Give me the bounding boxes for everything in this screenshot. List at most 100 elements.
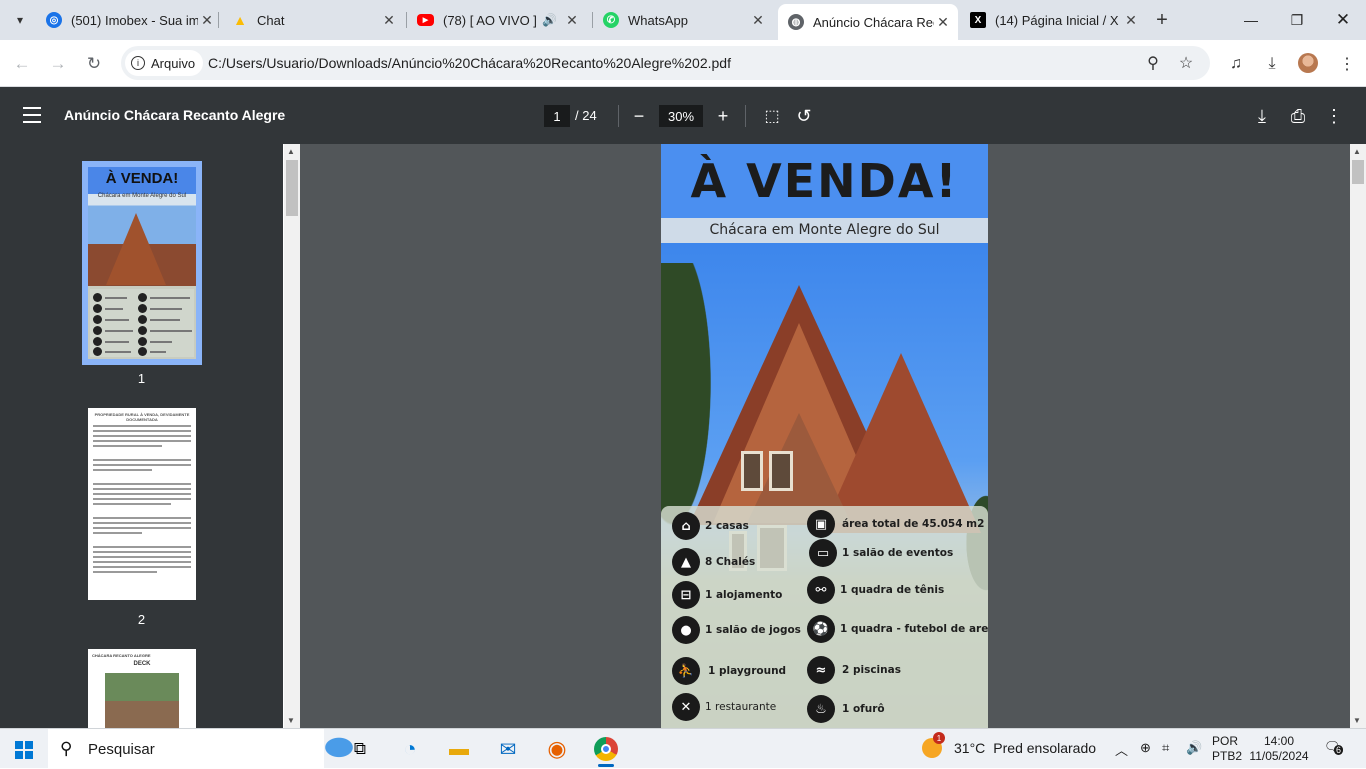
new-tab-button[interactable]: + xyxy=(1150,8,1174,32)
page-number-input[interactable]: 1 xyxy=(544,105,570,127)
page-subheadline: Chácara em Monte Alegre do Sul xyxy=(661,218,988,243)
tab-anuncio-pdf[interactable]: ◍ Anúncio Chácara Rec ✕ xyxy=(778,4,958,40)
close-icon[interactable]: ✕ xyxy=(1122,12,1140,29)
taskbar-search[interactable]: ⚲ Pesquisar xyxy=(48,729,364,769)
feature-item: ▲ 8 Chalés xyxy=(672,548,755,576)
close-icon[interactable]: ✕ xyxy=(380,12,398,29)
sidebar-scroll-thumb[interactable] xyxy=(286,160,298,216)
x-icon: X xyxy=(970,12,986,28)
window-shape xyxy=(769,451,793,491)
search-icon: ⚲ xyxy=(60,739,73,758)
feature-item: ▭ 1 salão de eventos xyxy=(809,539,953,567)
task-view-icon[interactable]: ⧉ xyxy=(346,735,374,763)
tab-search-button[interactable]: ▾ xyxy=(8,8,32,32)
chrome-taskbar-icon[interactable] xyxy=(592,735,620,767)
feature-item: ● 1 salão de jogos xyxy=(672,616,801,644)
toolbar-divider xyxy=(745,105,746,127)
viewer-scrollbar[interactable]: ▲ ▼ xyxy=(1350,144,1366,728)
tab-x[interactable]: X (14) Página Inicial / X ✕ xyxy=(970,0,1140,40)
minimize-button[interactable]: — xyxy=(1228,8,1274,32)
browser-toolbar: ← → ↻ i Arquivo C:/Users/Usuario/Downloa… xyxy=(0,40,1366,87)
scroll-down-arrow-icon[interactable]: ▼ xyxy=(1353,716,1361,725)
bookmark-star-icon[interactable]: ☆ xyxy=(1176,53,1196,73)
tab-imobex[interactable]: ◎ (501) Imobex - Sua im ✕ xyxy=(46,0,216,40)
maximize-button[interactable]: ❐ xyxy=(1274,8,1320,32)
chevron-up-icon[interactable]: ︿ xyxy=(1115,740,1128,759)
weather-widget[interactable]: 1 31°C Pred ensolarado xyxy=(922,732,1096,758)
file-explorer-icon[interactable]: ▬ xyxy=(445,735,473,763)
feature-item: ⊟ 1 alojamento xyxy=(672,581,782,609)
feature-item: ⛹ 1 playground xyxy=(672,657,786,685)
globe-icon: ◍ xyxy=(788,14,804,30)
downloads-icon[interactable]: ⤓ xyxy=(1261,53,1283,75)
tab-strip: ▾ ◎ (501) Imobex - Sua im ✕ ▲ Chat ✕ ▶ (… xyxy=(0,0,1366,40)
close-icon[interactable]: ✕ xyxy=(934,14,952,31)
print-icon[interactable]: ⎙ xyxy=(1286,104,1310,128)
site-info-chip[interactable]: i Arquivo xyxy=(125,50,204,76)
volume-icon[interactable]: 🔊 xyxy=(1186,740,1202,756)
notification-center-icon[interactable]: 🗨 6 xyxy=(1324,739,1344,757)
firefox-icon[interactable]: ◉ xyxy=(543,735,571,763)
pdf-viewer: À VENDA! Chácara em Monte Alegre do Sul … xyxy=(300,144,1350,728)
pdf-page-1: À VENDA! Chácara em Monte Alegre do Sul … xyxy=(661,144,988,728)
thumbnail-number: 1 xyxy=(137,371,146,386)
clock[interactable]: 14:00 11/05/2024 xyxy=(1246,734,1312,764)
fit-to-page-icon[interactable]: ⬚ xyxy=(760,104,784,128)
url-text[interactable]: C:/Users/Usuario/Downloads/Anúncio%20Chá… xyxy=(208,55,731,71)
thumbnail-page-1[interactable]: À VENDA! Chácara em Monte Alegre do Sul xyxy=(82,161,202,365)
scroll-up-arrow-icon[interactable]: ▲ xyxy=(1353,147,1361,156)
reload-button[interactable]: ↻ xyxy=(82,52,106,76)
network-icon[interactable]: ⌗ xyxy=(1162,740,1169,756)
address-bar[interactable]: i Arquivo C:/Users/Usuario/Downloads/Anú… xyxy=(121,46,1210,80)
meet-now-icon[interactable]: ⊕ xyxy=(1140,740,1151,756)
feature-item: ⚽ 1 quadra - futebol de areia xyxy=(807,615,988,643)
forward-button[interactable]: → xyxy=(46,52,70,76)
features-panel: ⌂ 2 casas ▲ 8 Chalés ⊟ 1 alojamento ● 1 salã… xyxy=(661,506,988,728)
house-icon: ⌂ xyxy=(672,512,700,540)
edge-icon[interactable]: ◔ xyxy=(396,735,424,763)
zoom-out-button[interactable]: − xyxy=(627,104,651,128)
hamburger-menu-icon[interactable] xyxy=(22,105,42,125)
mail-icon[interactable]: ✉ xyxy=(494,735,522,763)
thumbnail-sidebar: À VENDA! Chácara em Monte Alegre do Sul … xyxy=(0,144,283,728)
close-window-button[interactable]: ✕ xyxy=(1320,8,1366,32)
thumb-feature-list xyxy=(90,289,194,357)
close-icon[interactable]: ✕ xyxy=(563,12,581,29)
thumbnail-page-2[interactable]: PROPRIEDADE RURAL À VENDA, DEVIDAMENTE D… xyxy=(88,408,196,600)
google-drive-icon: ▲ xyxy=(233,12,247,28)
media-control-icon[interactable]: ♫ xyxy=(1225,53,1247,75)
close-icon[interactable]: ✕ xyxy=(749,12,767,29)
scroll-up-arrow-icon[interactable]: ▲ xyxy=(287,147,295,156)
start-button[interactable] xyxy=(15,741,33,759)
thumbnail-page-3[interactable]: CHÁCARA RECANTO ALEGRE DECK xyxy=(88,649,196,728)
thumbnail-number: 2 xyxy=(137,612,146,627)
tab-whatsapp[interactable]: ✆ WhatsApp ✕ xyxy=(603,0,767,40)
viewer-scroll-thumb[interactable] xyxy=(1352,160,1364,184)
sidebar-scrollbar[interactable]: ▲ ▼ xyxy=(284,144,300,728)
scroll-down-arrow-icon[interactable]: ▼ xyxy=(287,716,295,725)
close-icon[interactable]: ✕ xyxy=(198,12,216,29)
feature-item: ⚯ 1 quadra de tênis xyxy=(807,576,944,604)
rotate-icon[interactable]: ↺ xyxy=(792,104,816,128)
youtube-icon: ▶ xyxy=(417,14,434,26)
tab-chat[interactable]: ▲ Chat ✕ xyxy=(232,0,398,40)
chrome-menu-icon[interactable]: ⋮ xyxy=(1336,53,1358,75)
download-pdf-icon[interactable]: ⤓ xyxy=(1250,104,1274,128)
thumb3-subheading: DECK xyxy=(133,661,151,667)
zoom-icon[interactable]: ⚲ xyxy=(1143,53,1163,73)
profile-avatar[interactable] xyxy=(1298,53,1318,73)
zoom-in-button[interactable]: + xyxy=(711,104,735,128)
language-indicator[interactable]: POR PTB2 xyxy=(1212,734,1242,764)
toolbar-divider xyxy=(618,105,619,127)
whatsapp-icon: ✆ xyxy=(603,12,619,28)
more-options-icon[interactable]: ⋮ xyxy=(1322,104,1346,128)
speaker-icon[interactable]: 🔊 xyxy=(542,13,557,27)
tab-separator xyxy=(406,12,407,28)
back-button[interactable]: ← xyxy=(10,52,34,76)
feature-item: ⌂ 2 casas xyxy=(672,512,749,540)
imobex-favicon-icon: ◎ xyxy=(46,12,62,28)
area-icon: ▣ xyxy=(807,510,835,538)
zoom-level-input[interactable]: 30% xyxy=(659,105,703,127)
cutlery-icon: ✕ xyxy=(672,693,700,721)
tab-youtube-live[interactable]: ▶ (78) [ AO VIVO ] L 🔊 ✕ xyxy=(417,0,581,40)
